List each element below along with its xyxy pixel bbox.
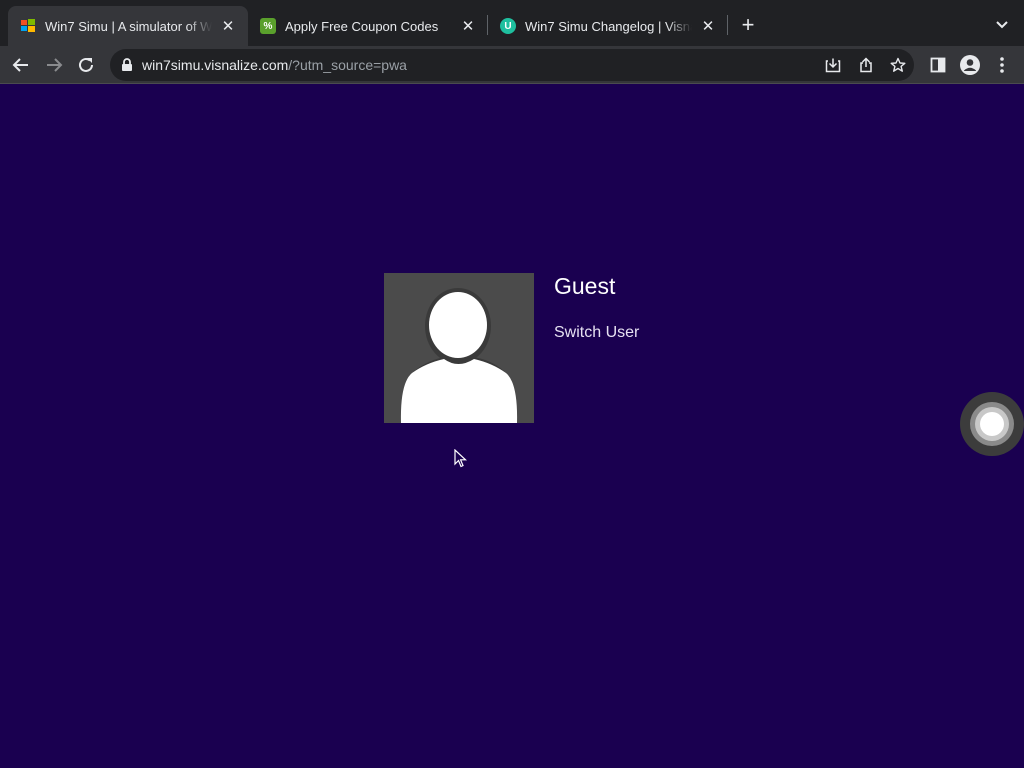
share-icon[interactable] bbox=[852, 51, 880, 79]
install-app-icon[interactable] bbox=[819, 51, 847, 79]
tab-win7-simu[interactable]: Win7 Simu | A simulator of Windows 7 ✕ bbox=[8, 6, 248, 46]
tab-title: Win7 Simu | A simulator of Windows 7 bbox=[45, 18, 212, 34]
user-avatar[interactable] bbox=[384, 273, 534, 423]
user-silhouette-icon bbox=[400, 288, 518, 423]
browser-toolbar: win7simu.visnalize.com/?utm_source=pwa bbox=[0, 46, 1024, 84]
coupon-icon: % bbox=[260, 18, 276, 34]
more-menu-icon[interactable] bbox=[988, 51, 1016, 79]
close-icon[interactable]: ✕ bbox=[460, 18, 476, 34]
tab-strip: Win7 Simu | A simulator of Windows 7 ✕ %… bbox=[0, 0, 1024, 46]
url-host: win7simu.visnalize.com bbox=[142, 57, 289, 73]
address-bar[interactable]: win7simu.visnalize.com/?utm_source=pwa bbox=[110, 49, 914, 81]
tab-coupon-codes[interactable]: % Apply Free Coupon Codes ✕ bbox=[248, 6, 488, 46]
reload-icon[interactable] bbox=[72, 51, 100, 79]
assistive-touch-button[interactable] bbox=[960, 392, 1024, 456]
visnalize-u-icon: U bbox=[500, 18, 516, 34]
user-name-label: Guest bbox=[554, 273, 616, 299]
forward-arrow-icon[interactable] bbox=[40, 51, 68, 79]
tab-search-chevron-icon[interactable] bbox=[990, 13, 1014, 37]
mouse-pointer-icon bbox=[454, 448, 468, 469]
switch-user-link[interactable]: Switch User bbox=[554, 324, 639, 342]
close-icon[interactable]: ✕ bbox=[700, 18, 716, 34]
tab-title: Win7 Simu Changelog | Visnalize bbox=[525, 18, 692, 34]
bookmark-star-icon[interactable] bbox=[884, 51, 912, 79]
windows-logo-icon bbox=[20, 18, 36, 34]
profile-icon[interactable] bbox=[956, 51, 984, 79]
side-panel-icon[interactable] bbox=[924, 51, 952, 79]
back-arrow-icon[interactable] bbox=[7, 51, 35, 79]
new-tab-button[interactable]: + bbox=[736, 13, 760, 37]
url-path: /?utm_source=pwa bbox=[288, 57, 407, 73]
tab-separator bbox=[727, 15, 728, 35]
win7-login-screen: Guest Switch User bbox=[0, 85, 1024, 768]
tab-changelog[interactable]: U Win7 Simu Changelog | Visnalize ✕ bbox=[488, 6, 728, 46]
lock-icon[interactable] bbox=[120, 58, 134, 72]
tab-title: Apply Free Coupon Codes bbox=[285, 18, 439, 34]
close-icon[interactable]: ✕ bbox=[220, 18, 236, 34]
url-text: win7simu.visnalize.com/?utm_source=pwa bbox=[142, 57, 407, 73]
